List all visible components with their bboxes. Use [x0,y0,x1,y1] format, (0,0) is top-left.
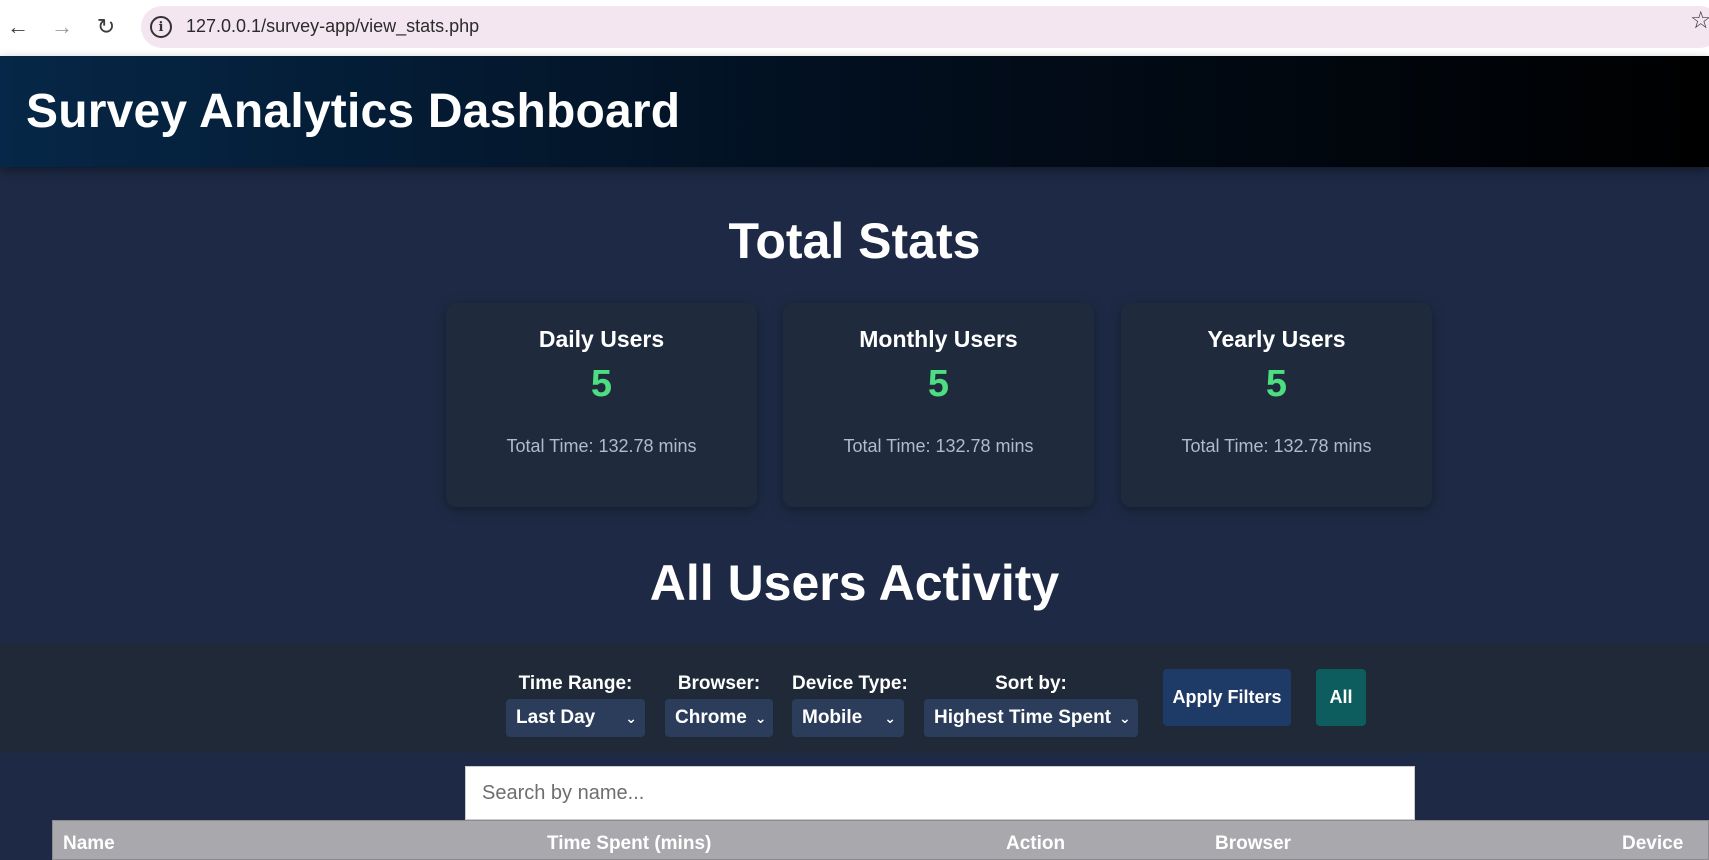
activity-table-header: Name Time Spent (mins) Action Browser De… [52,820,1709,860]
time-range-label: Time Range: [518,673,633,694]
stat-label: Yearly Users [1207,326,1346,352]
app-header: Survey Analytics Dashboard [0,56,1709,167]
filter-bar: Time Range: Last Day ⌄ Browser: Chrome ⌄… [0,643,1709,753]
chevron-down-icon: ⌄ [754,709,767,726]
back-arrow-icon[interactable]: ← [2,11,34,43]
device-type-filter: Device Type: Mobile ⌄ [792,673,908,737]
stat-label: Daily Users [538,326,665,352]
stat-value: 5 [927,363,950,405]
stat-total-time: Total Time: 132.78 mins [506,436,697,456]
stat-value: 5 [1265,363,1288,405]
stat-total-time: Total Time: 132.78 mins [843,436,1034,456]
chevron-down-icon: ⌄ [1119,709,1131,726]
page-title: Survey Analytics Dashboard [26,85,681,138]
column-header-time-spent[interactable]: Time Spent (mins) [547,833,711,855]
browser-selected: Chrome [675,707,747,728]
address-bar[interactable]: i 127.0.0.1/survey-app/view_stats.php [141,6,1709,48]
time-range-filter: Time Range: Last Day ⌄ [506,673,645,737]
device-type-select[interactable]: Mobile ⌄ [792,699,904,737]
site-info-icon[interactable]: i [150,16,172,38]
browser-filter: Browser: Chrome ⌄ [665,673,773,737]
monthly-users-card: Monthly Users 5 Total Time: 132.78 mins [783,303,1094,507]
time-range-select[interactable]: Last Day ⌄ [506,699,645,737]
sort-by-label: Sort by: [995,673,1067,694]
column-header-action[interactable]: Action [1006,833,1065,855]
browser-select[interactable]: Chrome ⌄ [665,699,773,737]
stat-label: Monthly Users [859,326,1018,352]
browser-toolbar: ← → ↻ i 127.0.0.1/survey-app/view_stats.… [0,0,1709,56]
bookmark-star-icon[interactable]: ☆ [1690,6,1709,35]
chevron-down-icon: ⌄ [625,709,637,726]
search-input[interactable] [465,766,1415,820]
total-stats-heading: Total Stats [728,213,981,269]
sort-by-selected: Highest Time Spent [934,707,1112,728]
time-range-selected: Last Day [516,707,596,728]
device-type-label: Device Type: [792,673,908,694]
apply-filters-button[interactable]: Apply Filters [1163,669,1291,726]
activity-heading: All Users Activity [649,555,1060,611]
reload-icon[interactable]: ↻ [90,11,122,43]
device-type-selected: Mobile [802,707,863,728]
chevron-down-icon: ⌄ [884,709,896,726]
sort-by-select[interactable]: Highest Time Spent ⌄ [924,699,1138,737]
all-button[interactable]: All [1316,669,1366,726]
main-content: Total Stats Daily Users 5 Total Time: 13… [0,167,1709,860]
sort-by-filter: Sort by: Highest Time Spent ⌄ [924,673,1138,737]
column-header-name[interactable]: Name [63,833,115,855]
stat-value: 5 [590,363,613,405]
daily-users-card: Daily Users 5 Total Time: 132.78 mins [446,303,757,507]
column-header-browser[interactable]: Browser [1215,833,1291,855]
yearly-users-card: Yearly Users 5 Total Time: 132.78 mins [1121,303,1432,507]
stat-total-time: Total Time: 132.78 mins [1181,436,1372,456]
forward-arrow-icon[interactable]: → [46,11,78,43]
column-header-device[interactable]: Device [1622,833,1683,855]
browser-label: Browser: [677,673,761,694]
url-text: 127.0.0.1/survey-app/view_stats.php [186,16,480,36]
